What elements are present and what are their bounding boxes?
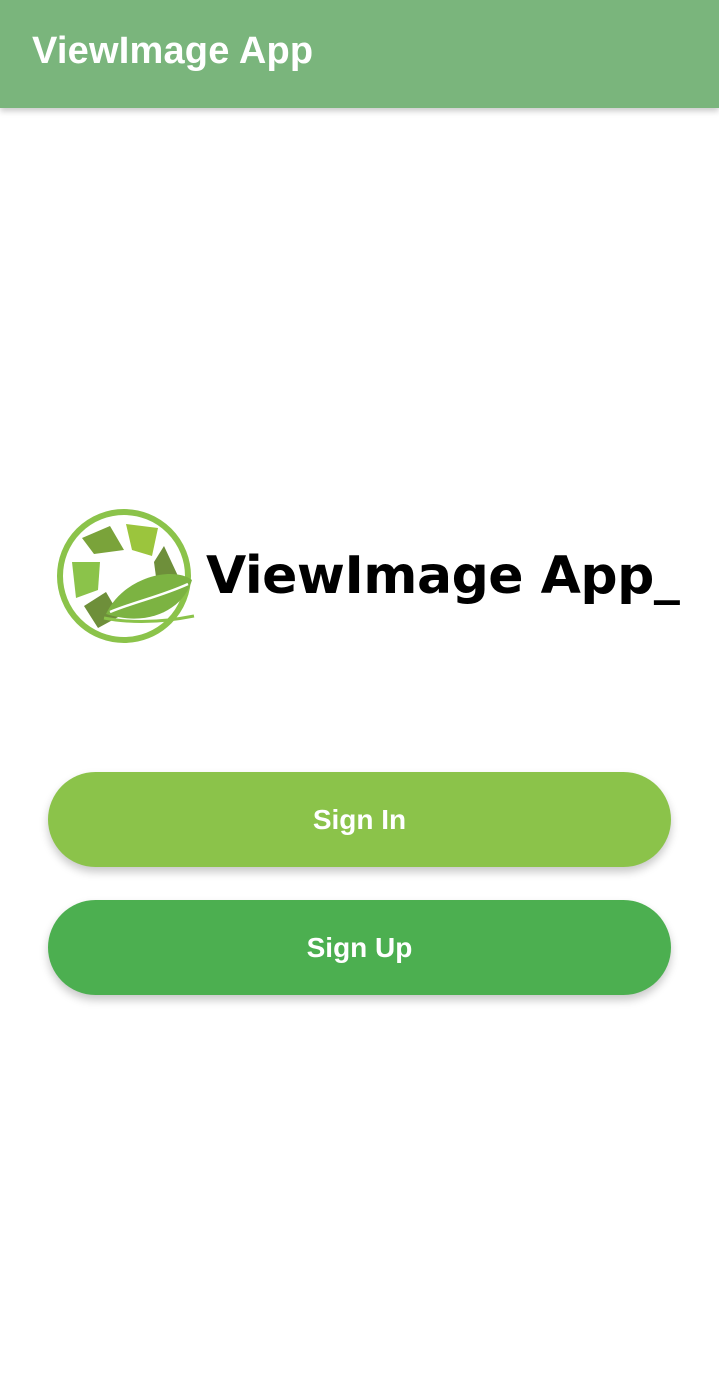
sign-up-button[interactable]: Sign Up: [48, 900, 671, 995]
app-bar: ViewImage App: [0, 0, 719, 108]
logo-wordmark: ViewImage App_: [206, 546, 680, 606]
app-logo: ViewImage App_: [54, 506, 680, 650]
aperture-leaf-icon: [57, 509, 195, 643]
sign-in-button[interactable]: Sign In: [48, 772, 671, 867]
app-bar-title: ViewImage App: [32, 30, 314, 72]
